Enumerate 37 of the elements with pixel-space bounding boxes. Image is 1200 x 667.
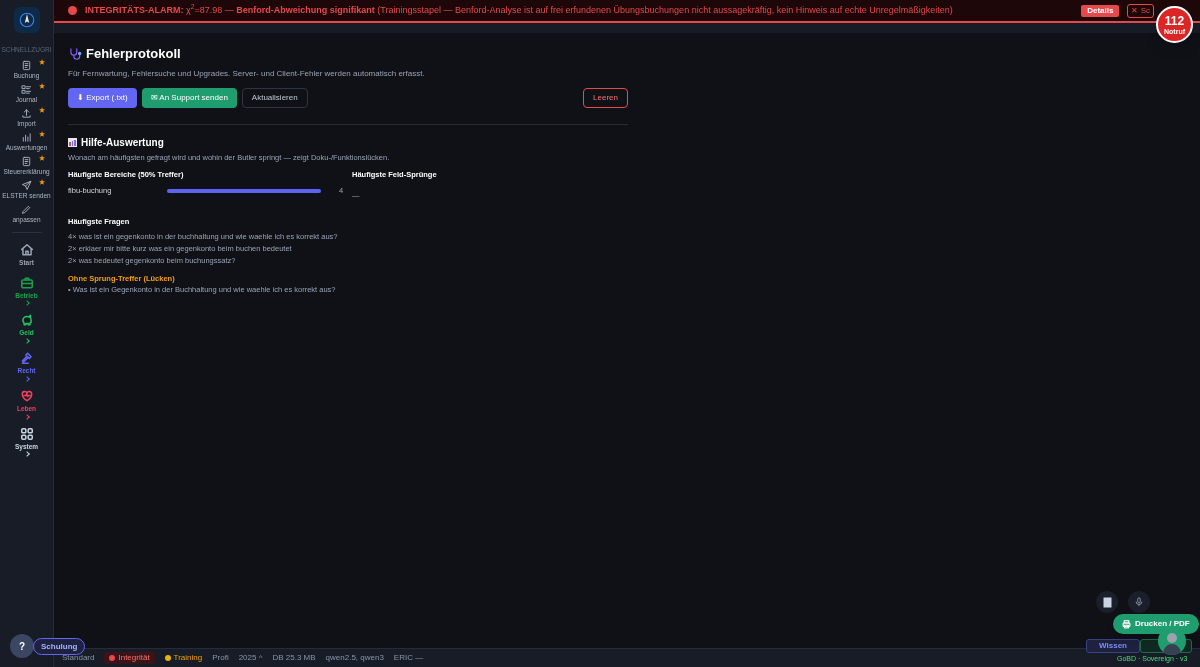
action-button[interactable]: ⬇ Export (.txt) [68,88,137,108]
bar-chart-icon [21,131,32,143]
print-button[interactable]: Drucken / PDF [1113,614,1199,634]
status-item[interactable]: ERIC — [393,652,424,664]
knowledge-button[interactable]: Wissen [1086,639,1140,653]
status-item[interactable]: Profi [212,652,229,664]
microphone-icon [1134,596,1144,608]
page-title: Fehlerprotokoll [86,45,181,64]
status-item[interactable]: 2025 ^ [238,652,263,664]
compass-logo-icon [13,7,40,33]
document-icon [21,59,32,71]
close-button[interactable]: ✕ Sc [1127,3,1154,18]
alarm-message: INTEGRITÄTS-ALARM: χ$^{2}$=87.98 — Benford-Abweichung signifikant (Trainingsstapel — Benford-Analyse ist auf frei erfundenen Übungsbuchungen nicht aussagekräftig, kein Hinweis auf echte Unregelmäßigkeiten) [85,3,954,17]
stethoscope-icon [68,47,82,61]
paper-plane-icon [21,179,32,191]
section-title: Hilfe-Auswertung [81,136,164,150]
page-subtitle: Für Fernwartung, Fehlersuche und Upgrades. Server- und Client-Fehler werden automatisch erfasst. [68,68,426,80]
bar-chart-icon [68,138,77,147]
upload-icon [21,107,32,119]
notes-button[interactable] [1096,591,1118,613]
training-button[interactable]: Schulung [33,638,86,655]
clipboard-icon [1102,596,1112,608]
status-item[interactable]: Standard [62,652,95,664]
emergency-label: 112 [1164,14,1185,27]
action-button[interactable]: ✉ An Support senden [141,88,237,108]
status-item[interactable]: Training [164,652,203,664]
status-item[interactable]: qwen2.5, qwen3 [325,652,384,664]
document-icon [21,155,32,167]
printer-icon [1122,619,1131,629]
status-item[interactable]: DB 25.3 MB [272,652,316,664]
status-item[interactable]: Integrität [104,652,155,664]
action-button[interactable]: Leeren [583,88,628,108]
action-button[interactable]: Aktualisieren [241,88,308,108]
details-button[interactable]: Details [1081,4,1120,17]
pencil-icon [21,203,32,215]
microphone-button[interactable] [1128,591,1150,613]
list-icon [21,83,32,95]
